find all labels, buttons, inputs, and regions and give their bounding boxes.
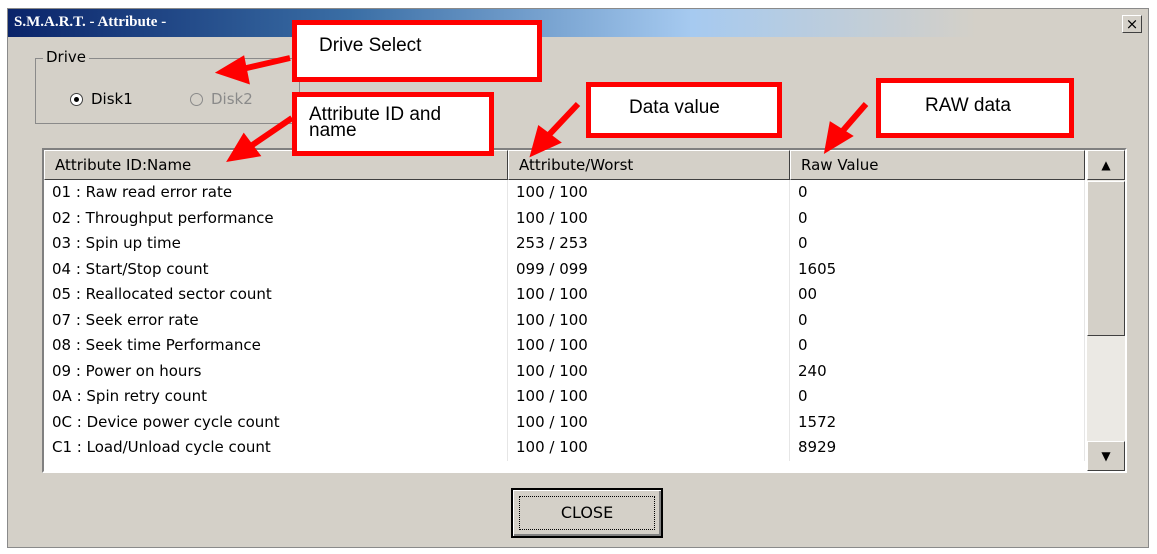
cell-attribute: 0C : Device power cycle count	[44, 409, 508, 435]
radio-disk1[interactable]: Disk1	[70, 90, 133, 108]
cell-raw-value: 0	[790, 205, 1085, 231]
cell-attribute-worst: 100 / 100	[508, 333, 790, 359]
cell-attribute-worst: 100 / 100	[508, 435, 790, 461]
cell-raw-value: 1605	[790, 256, 1085, 282]
cell-raw-value: 0	[790, 307, 1085, 333]
cell-attribute: 0A : Spin retry count	[44, 384, 508, 410]
callout-drive-select: Drive Select	[292, 20, 542, 82]
cell-raw-value: 00	[790, 282, 1085, 308]
cell-attribute-worst: 100 / 100	[508, 307, 790, 333]
cell-attribute: 09 : Power on hours	[44, 358, 508, 384]
cell-attribute: 02 : Throughput performance	[44, 205, 508, 231]
radio-unselected-icon	[190, 92, 203, 106]
callout-attribute-id: Attribute ID and name	[292, 92, 494, 156]
table-row[interactable]: 08 : Seek time Performance 100 / 100 0	[44, 333, 1085, 359]
cell-attribute-worst: 100 / 100	[508, 409, 790, 435]
cell-attribute-worst: 100 / 100	[508, 205, 790, 231]
cell-raw-value: 1572	[790, 409, 1085, 435]
vertical-scrollbar[interactable]: ▲ ▼	[1087, 150, 1125, 471]
column-header-attribute-worst[interactable]: Attribute/Worst	[508, 150, 790, 180]
table-row[interactable]: 04 : Start/Stop count 099 / 099 1605	[44, 256, 1085, 282]
callout-attribute-id-text: Attribute ID and name	[309, 105, 441, 141]
cell-attribute-worst: 100 / 100	[508, 180, 790, 206]
cell-raw-value: 240	[790, 358, 1085, 384]
radio-disk1-label: Disk1	[91, 90, 133, 108]
table-row[interactable]: 09 : Power on hours 100 / 100 240	[44, 358, 1085, 384]
cell-attribute: 04 : Start/Stop count	[44, 256, 508, 282]
callout-data-value-text: Data value	[629, 97, 720, 118]
callout-raw-data: RAW data	[876, 78, 1074, 138]
cell-attribute: 01 : Raw read error rate	[44, 180, 508, 206]
cell-raw-value: 0	[790, 180, 1085, 206]
table-row[interactable]: 0A : Spin retry count 100 / 100 0	[44, 384, 1085, 410]
callout-raw-data-text: RAW data	[925, 95, 1011, 116]
cell-raw-value: 0	[790, 384, 1085, 410]
title-bar: S.M.A.R.T. - Attribute - ×	[8, 9, 1148, 37]
close-button[interactable]: CLOSE	[511, 488, 663, 538]
callout-drive-select-text: Drive Select	[319, 35, 422, 56]
radio-disk2[interactable]: Disk2	[190, 90, 253, 108]
window-title: S.M.A.R.T. - Attribute -	[14, 14, 167, 30]
focus-rectangle	[519, 496, 655, 530]
attribute-table: Attribute ID:Name Attribute/Worst Raw Va…	[42, 148, 1127, 473]
cell-raw-value: 8929	[790, 435, 1085, 461]
table-row[interactable]: 05 : Reallocated sector count 100 / 100 00	[44, 282, 1085, 308]
cell-attribute-worst: 253 / 253	[508, 231, 790, 257]
table-row[interactable]: 07 : Seek error rate 100 / 100 0	[44, 307, 1085, 333]
cell-attribute: 08 : Seek time Performance	[44, 333, 508, 359]
cell-attribute-worst: 099 / 099	[508, 256, 790, 282]
column-header-raw-value[interactable]: Raw Value	[790, 150, 1085, 180]
cell-attribute: 03 : Spin up time	[44, 231, 508, 257]
radio-selected-icon	[70, 92, 83, 106]
cell-attribute: 07 : Seek error rate	[44, 307, 508, 333]
drive-group-label: Drive	[43, 48, 89, 66]
table-row[interactable]: C1 : Load/Unload cycle count 100 / 100 892…	[44, 435, 1085, 461]
scroll-thumb[interactable]	[1087, 181, 1125, 336]
table-row[interactable]: 0C : Device power cycle count 100 / 100 15…	[44, 409, 1085, 435]
radio-disk2-label: Disk2	[211, 90, 253, 108]
cell-attribute: 05 : Reallocated sector count	[44, 282, 508, 308]
scroll-down-button[interactable]: ▼	[1087, 441, 1125, 471]
cell-raw-value: 0	[790, 231, 1085, 257]
table-body: 01 : Raw read error rate 100 / 100 0 02 : T…	[44, 180, 1085, 461]
scroll-up-button[interactable]: ▲	[1087, 150, 1125, 180]
callout-data-value: Data value	[586, 82, 782, 138]
table-row[interactable]: 02 : Throughput performance 100 / 100 0	[44, 205, 1085, 231]
cell-attribute-worst: 100 / 100	[508, 358, 790, 384]
table-row[interactable]: 03 : Spin up time 253 / 253 0	[44, 231, 1085, 257]
table-row[interactable]: 01 : Raw read error rate 100 / 100 0	[44, 180, 1085, 206]
table-header: Attribute ID:Name Attribute/Worst Raw Va…	[44, 150, 1085, 180]
callout-attribute-id-line2: name	[309, 120, 357, 141]
cell-attribute-worst: 100 / 100	[508, 384, 790, 410]
window-close-button[interactable]: ×	[1122, 15, 1142, 33]
cell-raw-value: 0	[790, 333, 1085, 359]
cell-attribute: C1 : Load/Unload cycle count	[44, 435, 508, 461]
cell-attribute-worst: 100 / 100	[508, 282, 790, 308]
